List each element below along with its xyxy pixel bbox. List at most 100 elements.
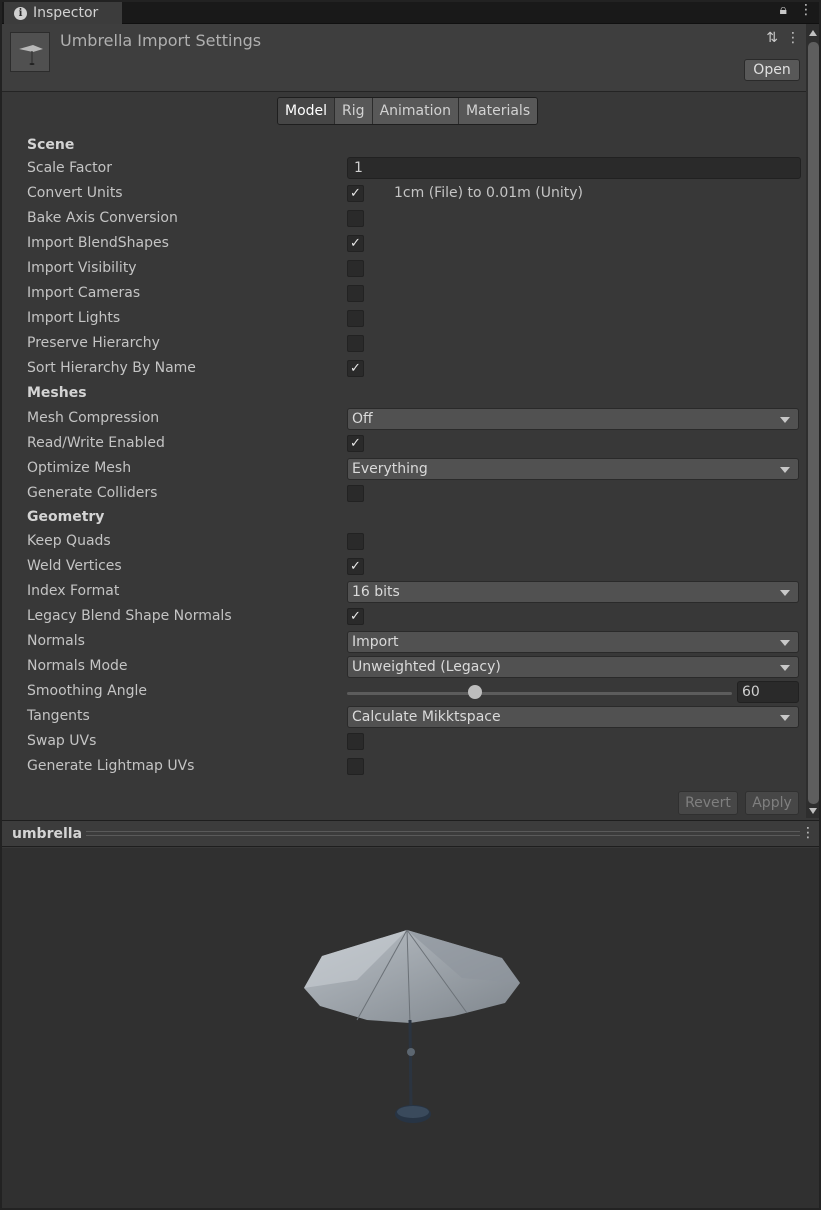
row-normals-mode: Normals Mode Unweighted (Legacy)	[0, 655, 806, 680]
window-tab-bar: i Inspector 🔒︎ ⋮	[0, 0, 821, 24]
chevron-down-icon	[780, 590, 790, 596]
index-format-value: 16 bits	[352, 584, 400, 600]
tangents-dropdown[interactable]: Calculate Mikktspace	[347, 706, 799, 728]
presets-icon[interactable]: ⇅	[766, 30, 778, 46]
apply-button[interactable]: Apply	[745, 791, 799, 815]
row-read-write: Read/Write Enabled ✓	[0, 432, 806, 457]
row-keep-quads: Keep Quads	[0, 530, 806, 555]
preview-drag-handle[interactable]	[86, 831, 800, 836]
import-cameras-checkbox[interactable]	[347, 285, 364, 302]
normals-mode-value: Unweighted (Legacy)	[352, 659, 501, 675]
lock-icon[interactable]: 🔒︎	[780, 2, 787, 18]
normals-label: Normals	[27, 633, 85, 649]
info-icon: i	[14, 6, 27, 20]
open-button[interactable]: Open	[744, 59, 800, 81]
row-sort-hierarchy: Sort Hierarchy By Name ✓	[0, 357, 806, 382]
bake-axis-checkbox[interactable]	[347, 210, 364, 227]
smoothing-angle-label: Smoothing Angle	[27, 683, 147, 699]
preview-header[interactable]: umbrella ⋮	[0, 820, 821, 847]
normals-dropdown[interactable]: Import	[347, 631, 799, 653]
index-format-dropdown[interactable]: 16 bits	[347, 581, 799, 603]
keep-quads-checkbox[interactable]	[347, 533, 364, 550]
tab-materials[interactable]: Materials	[458, 98, 538, 124]
row-convert-units: Convert Units ✓ 1cm (File) to 0.01m (Uni…	[0, 182, 806, 207]
optimize-mesh-dropdown[interactable]: Everything	[347, 458, 799, 480]
section-meshes-heading: Meshes	[27, 385, 87, 401]
row-mesh-compression: Mesh Compression Off	[0, 407, 806, 432]
preview-menu-icon[interactable]: ⋮	[801, 825, 815, 841]
scroll-thumb[interactable]	[808, 42, 819, 804]
model-preview-viewport[interactable]	[2, 848, 819, 1208]
import-blendshapes-label: Import BlendShapes	[27, 235, 169, 251]
tab-rig[interactable]: Rig	[335, 98, 373, 124]
convert-units-checkbox[interactable]: ✓	[347, 185, 364, 202]
section-scene-heading: Scene	[27, 137, 75, 153]
chevron-down-icon	[780, 417, 790, 423]
row-swap-uvs: Swap UVs	[0, 730, 806, 755]
import-visibility-label: Import Visibility	[27, 260, 137, 276]
keep-quads-label: Keep Quads	[27, 533, 111, 549]
row-import-lights: Import Lights	[0, 307, 806, 332]
preview-title: umbrella	[12, 826, 83, 842]
row-normals: Normals Import	[0, 630, 806, 655]
mesh-compression-value: Off	[352, 411, 373, 427]
row-lightmap-uvs: Generate Lightmap UVs	[0, 755, 806, 780]
normals-mode-dropdown[interactable]: Unweighted (Legacy)	[347, 656, 799, 678]
row-bake-axis: Bake Axis Conversion	[0, 207, 806, 232]
chevron-down-icon	[780, 640, 790, 646]
import-cameras-label: Import Cameras	[27, 285, 141, 301]
header-menu-icon[interactable]: ⋮	[786, 30, 800, 46]
lightmap-uvs-label: Generate Lightmap UVs	[27, 758, 195, 774]
preserve-hierarchy-label: Preserve Hierarchy	[27, 335, 160, 351]
row-weld-vertices: Weld Vertices ✓	[0, 555, 806, 580]
weld-vertices-label: Weld Vertices	[27, 558, 122, 574]
smoothing-angle-slider-handle[interactable]	[468, 685, 483, 699]
row-import-blendshapes: Import BlendShapes ✓	[0, 232, 806, 257]
scroll-down-arrow-icon[interactable]	[809, 808, 817, 814]
chevron-down-icon	[780, 715, 790, 721]
swap-uvs-label: Swap UVs	[27, 733, 97, 749]
row-index-format: Index Format 16 bits	[0, 580, 806, 605]
preserve-hierarchy-checkbox[interactable]	[347, 335, 364, 352]
import-blendshapes-checkbox[interactable]: ✓	[347, 235, 364, 252]
scroll-up-arrow-icon[interactable]	[809, 30, 817, 36]
kebab-menu-icon[interactable]: ⋮	[799, 2, 813, 18]
row-import-cameras: Import Cameras	[0, 282, 806, 307]
index-format-label: Index Format	[27, 583, 120, 599]
asset-header: Umbrella Import Settings ⇅ ⋮ Open	[0, 24, 806, 92]
tab-model[interactable]: Model	[278, 98, 336, 124]
import-lights-checkbox[interactable]	[347, 310, 364, 327]
import-lights-label: Import Lights	[27, 310, 121, 326]
bake-axis-label: Bake Axis Conversion	[27, 210, 178, 226]
tab-animation[interactable]: Animation	[372, 98, 459, 124]
scale-factor-label: Scale Factor	[27, 160, 112, 176]
smoothing-angle-input[interactable]: 60	[737, 681, 799, 703]
row-import-visibility: Import Visibility	[0, 257, 806, 282]
inspector-tab-label: Inspector	[33, 5, 99, 21]
revert-button[interactable]: Revert	[678, 791, 738, 815]
normals-mode-label: Normals Mode	[27, 658, 128, 674]
inspector-scrollbar[interactable]	[806, 24, 821, 818]
row-legacy-blend: Legacy Blend Shape Normals ✓	[0, 605, 806, 630]
lightmap-uvs-checkbox[interactable]	[347, 758, 364, 775]
smoothing-angle-slider[interactable]	[347, 692, 732, 695]
generate-colliders-checkbox[interactable]	[347, 485, 364, 502]
row-tangents: Tangents Calculate Mikktspace	[0, 705, 806, 730]
row-smoothing-angle: Smoothing Angle 60	[0, 680, 806, 705]
read-write-checkbox[interactable]: ✓	[347, 435, 364, 452]
optimize-mesh-label: Optimize Mesh	[27, 460, 132, 476]
legacy-blend-label: Legacy Blend Shape Normals	[27, 608, 232, 624]
weld-vertices-checkbox[interactable]: ✓	[347, 558, 364, 575]
mesh-compression-label: Mesh Compression	[27, 410, 160, 426]
scale-factor-input[interactable]: 1	[347, 157, 801, 179]
sort-hierarchy-checkbox[interactable]: ✓	[347, 360, 364, 377]
mesh-compression-dropdown[interactable]: Off	[347, 408, 799, 430]
import-visibility-checkbox[interactable]	[347, 260, 364, 277]
swap-uvs-checkbox[interactable]	[347, 733, 364, 750]
chevron-down-icon	[780, 467, 790, 473]
sort-hierarchy-label: Sort Hierarchy By Name	[27, 360, 196, 376]
importer-tabs: Model Rig Animation Materials	[277, 97, 539, 125]
inspector-tab[interactable]: i Inspector	[4, 0, 122, 24]
legacy-blend-checkbox[interactable]: ✓	[347, 608, 364, 625]
convert-units-label: Convert Units	[27, 185, 123, 201]
